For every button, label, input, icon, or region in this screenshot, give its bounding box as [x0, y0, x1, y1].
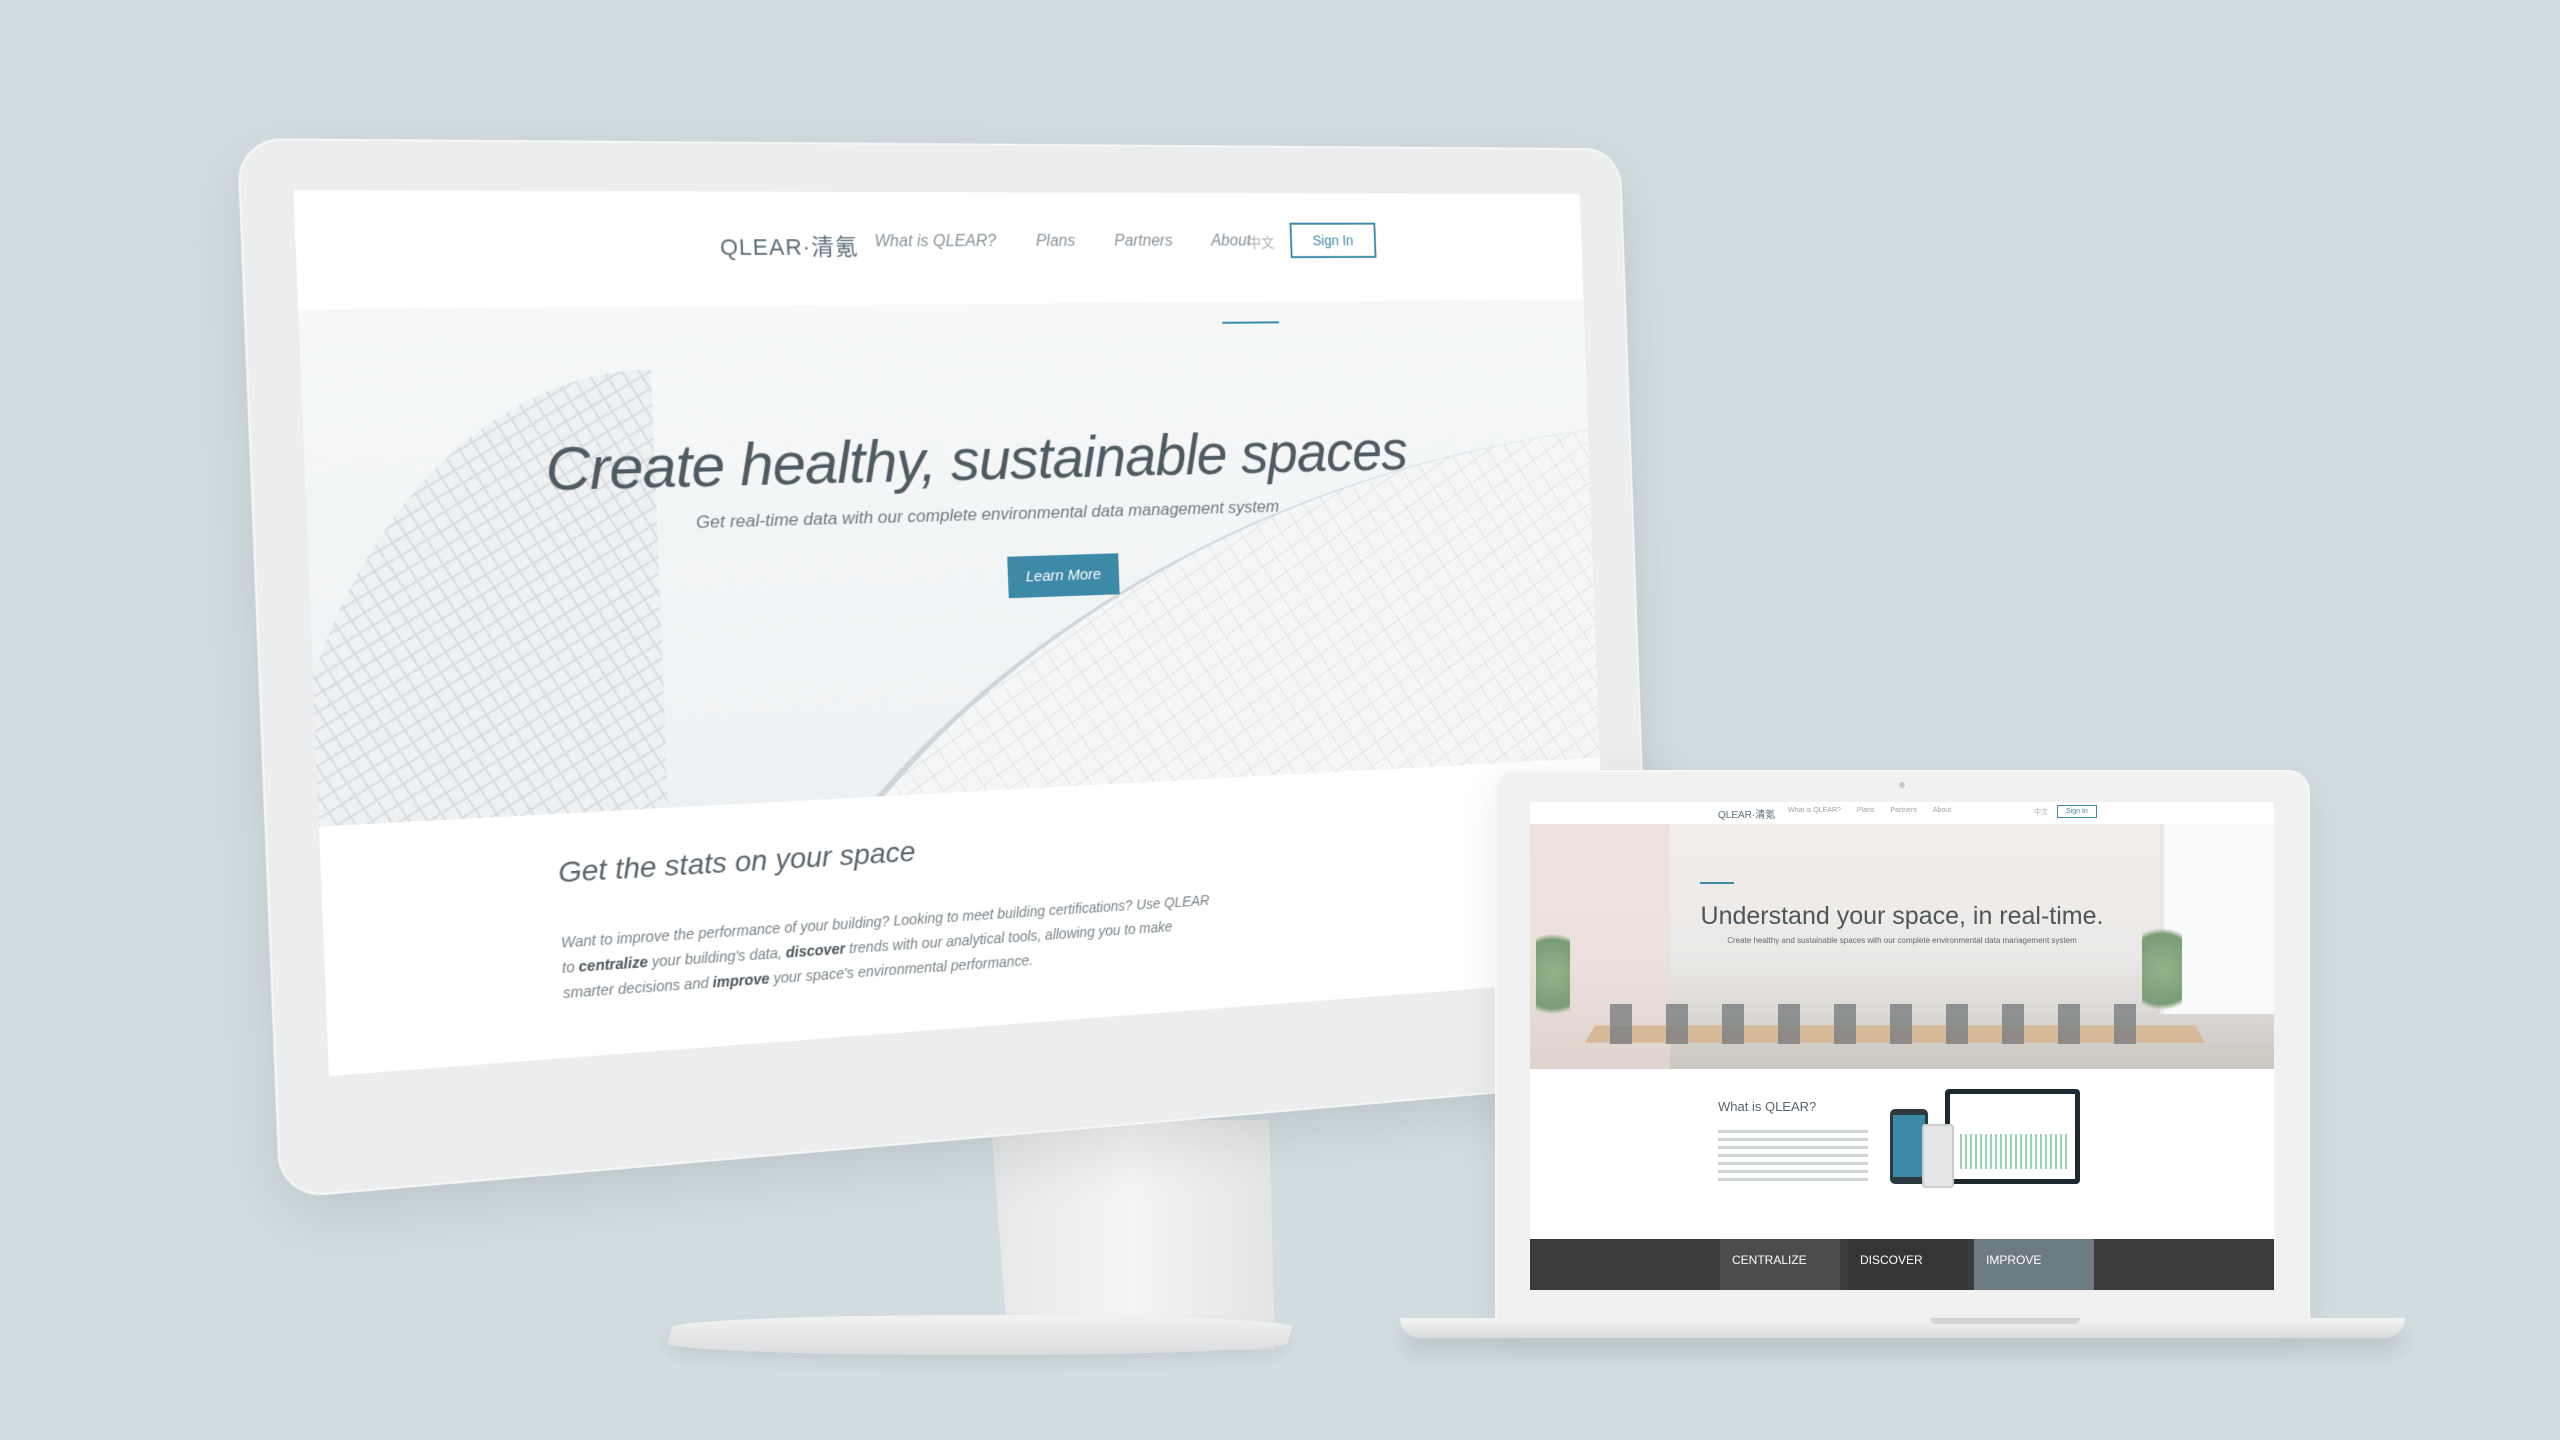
tab-discover[interactable]: DISCOVER — [1848, 1239, 1968, 1290]
what-is-qlear-section: What is QLEAR? — [1530, 1069, 2274, 1239]
monitor: QLEAR·清氪 What is QLEAR? Plans Partners A… — [237, 138, 1654, 1199]
feature-tabs-section: CENTRALIZE DISCOVER IMPROVE — [1530, 1239, 2274, 1290]
nav-link-what-is-qlear[interactable]: What is QLEAR? — [1788, 807, 1841, 814]
qlear-logo[interactable]: QLEAR·清氪 — [1718, 806, 1775, 821]
desktop-navbar: QLEAR·清氪 What is QLEAR? Plans Partners A… — [293, 190, 1583, 309]
device-laptop-image — [1945, 1089, 2080, 1184]
nav-link-what-is-qlear[interactable]: What is QLEAR? — [874, 233, 996, 252]
nav-link-plans[interactable]: Plans — [1857, 807, 1875, 814]
device-tablet-image — [1922, 1124, 1954, 1188]
learn-more-button[interactable]: Learn More — [1007, 553, 1119, 598]
section-body: Want to improve the performance of your … — [561, 887, 1222, 1005]
hero-title: Create healthy, sustainable spaces — [525, 417, 1424, 505]
accent-line — [1700, 882, 1734, 884]
nav-link-plans[interactable]: Plans — [1036, 233, 1076, 251]
section-title: What is QLEAR? — [1718, 1099, 1816, 1114]
nav-link-partners[interactable]: Partners — [1114, 233, 1173, 251]
webcam — [1899, 782, 1905, 788]
hero-overlay — [1530, 824, 2274, 1069]
laptop-website: QLEAR·清氪 What is QLEAR? Plans Partners A… — [1530, 802, 2274, 1290]
language-switch[interactable]: 中文 — [1247, 233, 1274, 253]
tab-improve[interactable]: IMPROVE — [1974, 1239, 2094, 1290]
monitor-stand — [985, 1120, 1275, 1350]
section-body-lines — [1718, 1125, 1868, 1186]
section-title: Get the stats on your space — [558, 835, 917, 889]
hero-title: Understand your space, in real-time. — [1530, 902, 2274, 931]
monitor-base — [664, 1315, 1297, 1355]
laptop-nav-links: What is QLEAR? Plans Partners About — [1788, 807, 1951, 814]
laptop-notch — [1930, 1318, 2080, 1324]
laptop-base — [1400, 1318, 2405, 1338]
nav-link-about[interactable]: About — [1211, 233, 1251, 251]
hero-subtitle: Create healthy and sustainable spaces wi… — [1530, 936, 2274, 945]
laptop-mockup: QLEAR·清氪 What is QLEAR? Plans Partners A… — [1495, 770, 2315, 1330]
devices-image — [1890, 1089, 2090, 1199]
desktop-hero: Create healthy, sustainable spaces Get r… — [298, 299, 1600, 826]
nav-link-about[interactable]: About — [1933, 807, 1951, 814]
signin-button[interactable]: Sign In — [2057, 805, 2097, 818]
laptop-lid: QLEAR·清氪 What is QLEAR? Plans Partners A… — [1495, 770, 2310, 1325]
laptop-hero: Understand your space, in real-time. Cre… — [1530, 824, 2274, 1069]
accent-line — [1222, 321, 1279, 324]
tab-centralize[interactable]: CENTRALIZE — [1720, 1239, 1840, 1290]
nav-link-partners[interactable]: Partners — [1890, 807, 1916, 814]
qlear-logo[interactable]: QLEAR·清氪 — [719, 229, 859, 262]
laptop-navbar: QLEAR·清氪 What is QLEAR? Plans Partners A… — [1530, 802, 2274, 824]
desktop-nav-links: What is QLEAR? Plans Partners About — [874, 233, 1251, 252]
language-switch[interactable]: 中文 — [2034, 807, 2048, 817]
signin-button[interactable]: Sign In — [1289, 223, 1376, 258]
desktop-website: QLEAR·清氪 What is QLEAR? Plans Partners A… — [293, 190, 1607, 1076]
